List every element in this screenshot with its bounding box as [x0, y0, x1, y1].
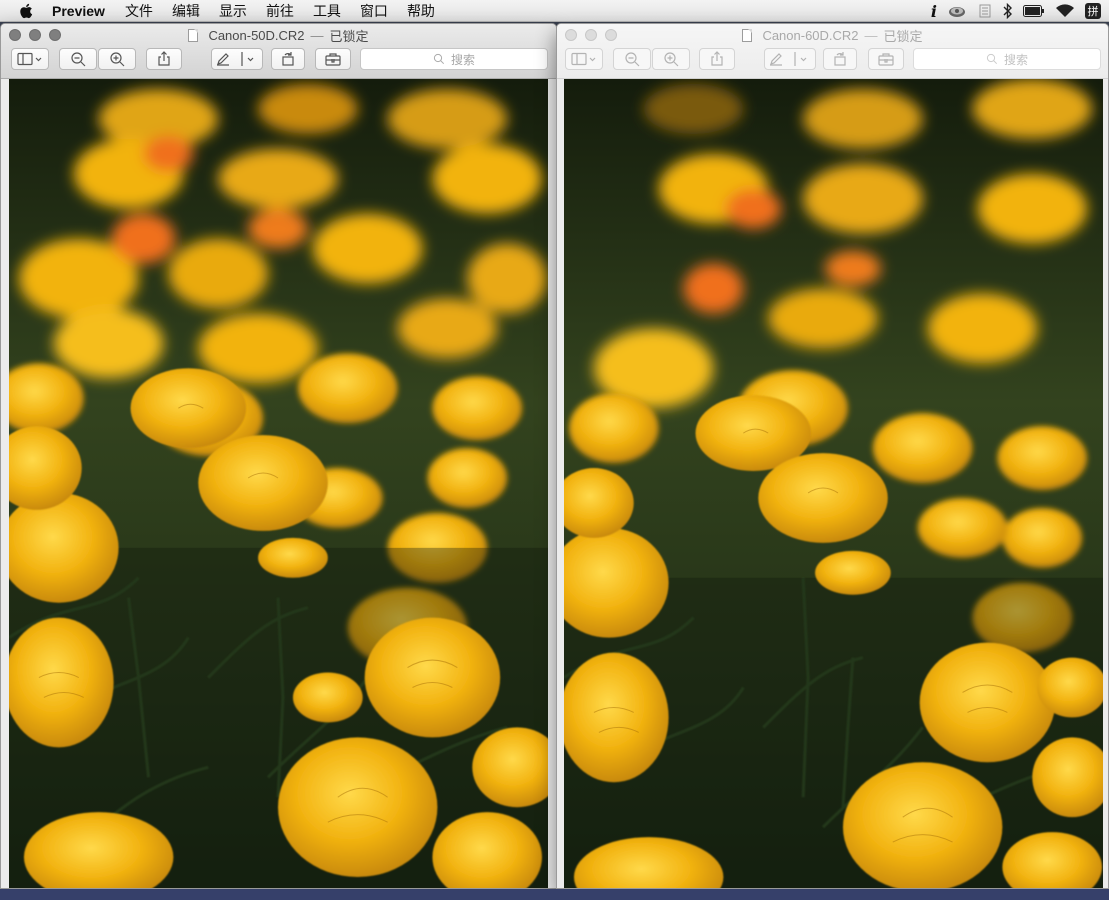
lock-status[interactable]: 已锁定: [330, 26, 369, 45]
input-method-icon[interactable]: 拼: [1085, 3, 1101, 19]
pen-icon: [217, 52, 254, 66]
title-separator: —: [310, 28, 324, 43]
menu-help[interactable]: 帮助: [407, 1, 435, 21]
search-placeholder: 搜索: [450, 52, 475, 67]
file-name: Canon-50D.CR2: [208, 28, 305, 43]
rotate-button[interactable]: [271, 48, 305, 70]
document-icon[interactable]: [742, 29, 753, 42]
info-icon[interactable]: i: [931, 2, 937, 21]
zoom-in-icon: [664, 52, 679, 67]
menu-view[interactable]: 显示: [219, 1, 247, 21]
zoom-in-button[interactable]: [652, 48, 690, 70]
lock-status[interactable]: 已锁定: [884, 26, 923, 45]
rotate-button[interactable]: [823, 48, 857, 70]
sidebar-view-button[interactable]: [11, 48, 49, 70]
rotate-icon: [834, 52, 846, 66]
titlebar: Canon-60D.CR2 — 已锁定 搜索: [557, 24, 1108, 79]
menu-file[interactable]: 文件: [125, 1, 153, 21]
battery-icon[interactable]: [1023, 5, 1045, 17]
titlebar: Canon-50D.CR2 — 已锁定 搜索: [1, 24, 556, 79]
search-field[interactable]: 搜索: [913, 48, 1101, 70]
toolbox-icon: [325, 53, 341, 66]
document-icon[interactable]: [188, 29, 199, 42]
app-icon[interactable]: [977, 3, 993, 19]
share-button[interactable]: [146, 48, 182, 70]
window-title: Canon-50D.CR2 — 已锁定: [1, 26, 556, 45]
menu-go[interactable]: 前往: [266, 1, 294, 21]
apple-menu-icon[interactable]: [0, 3, 52, 19]
cloud-icon[interactable]: [947, 4, 967, 18]
share-icon: [711, 51, 723, 66]
search-icon: [986, 53, 998, 65]
search-placeholder: 搜索: [1003, 52, 1028, 67]
sidebar-icon: [571, 52, 596, 66]
preview-window-canon-50d: Canon-50D.CR2 — 已锁定 搜索: [0, 23, 557, 889]
image-canvas[interactable]: [564, 79, 1103, 888]
desktop-background: [0, 889, 1109, 900]
wifi-icon[interactable]: [1055, 4, 1075, 18]
bluetooth-icon[interactable]: [1003, 3, 1013, 19]
rotate-icon: [282, 52, 294, 66]
zoom-out-button[interactable]: [613, 48, 651, 70]
zoom-out-button[interactable]: [59, 48, 97, 70]
menu-window[interactable]: 窗口: [360, 1, 388, 21]
marigold-photo: [564, 79, 1103, 888]
zoom-out-icon: [71, 52, 86, 67]
image-canvas[interactable]: [9, 79, 548, 888]
marigold-photo: [9, 79, 548, 888]
toolbox-button[interactable]: [868, 48, 904, 70]
file-name: Canon-60D.CR2: [762, 28, 859, 43]
window-title: Canon-60D.CR2 — 已锁定: [557, 26, 1108, 45]
markup-button[interactable]: [764, 48, 816, 70]
menu-edit[interactable]: 编辑: [172, 1, 200, 21]
zoom-out-icon: [625, 52, 640, 67]
markup-button[interactable]: [211, 48, 263, 70]
menu-tools[interactable]: 工具: [313, 1, 341, 21]
share-button[interactable]: [699, 48, 735, 70]
share-icon: [158, 51, 170, 66]
menu-bar: Preview 文件 编辑 显示 前往 工具 窗口 帮助 i 拼: [0, 0, 1109, 22]
sidebar-icon: [17, 52, 42, 66]
pen-icon: [770, 52, 807, 66]
zoom-in-icon: [110, 52, 125, 67]
toolbox-button[interactable]: [315, 48, 351, 70]
status-area: i 拼: [931, 0, 1101, 22]
preview-window-canon-60d: Canon-60D.CR2 — 已锁定 搜索: [556, 23, 1109, 889]
search-field[interactable]: 搜索: [360, 48, 548, 70]
app-menu-preview[interactable]: Preview: [52, 3, 105, 19]
zoom-in-button[interactable]: [98, 48, 136, 70]
toolbar: 搜索: [557, 48, 1108, 72]
toolbox-icon: [878, 53, 894, 66]
search-icon: [433, 53, 445, 65]
sidebar-view-button[interactable]: [565, 48, 603, 70]
toolbar: 搜索: [1, 48, 556, 72]
title-separator: —: [864, 28, 878, 43]
